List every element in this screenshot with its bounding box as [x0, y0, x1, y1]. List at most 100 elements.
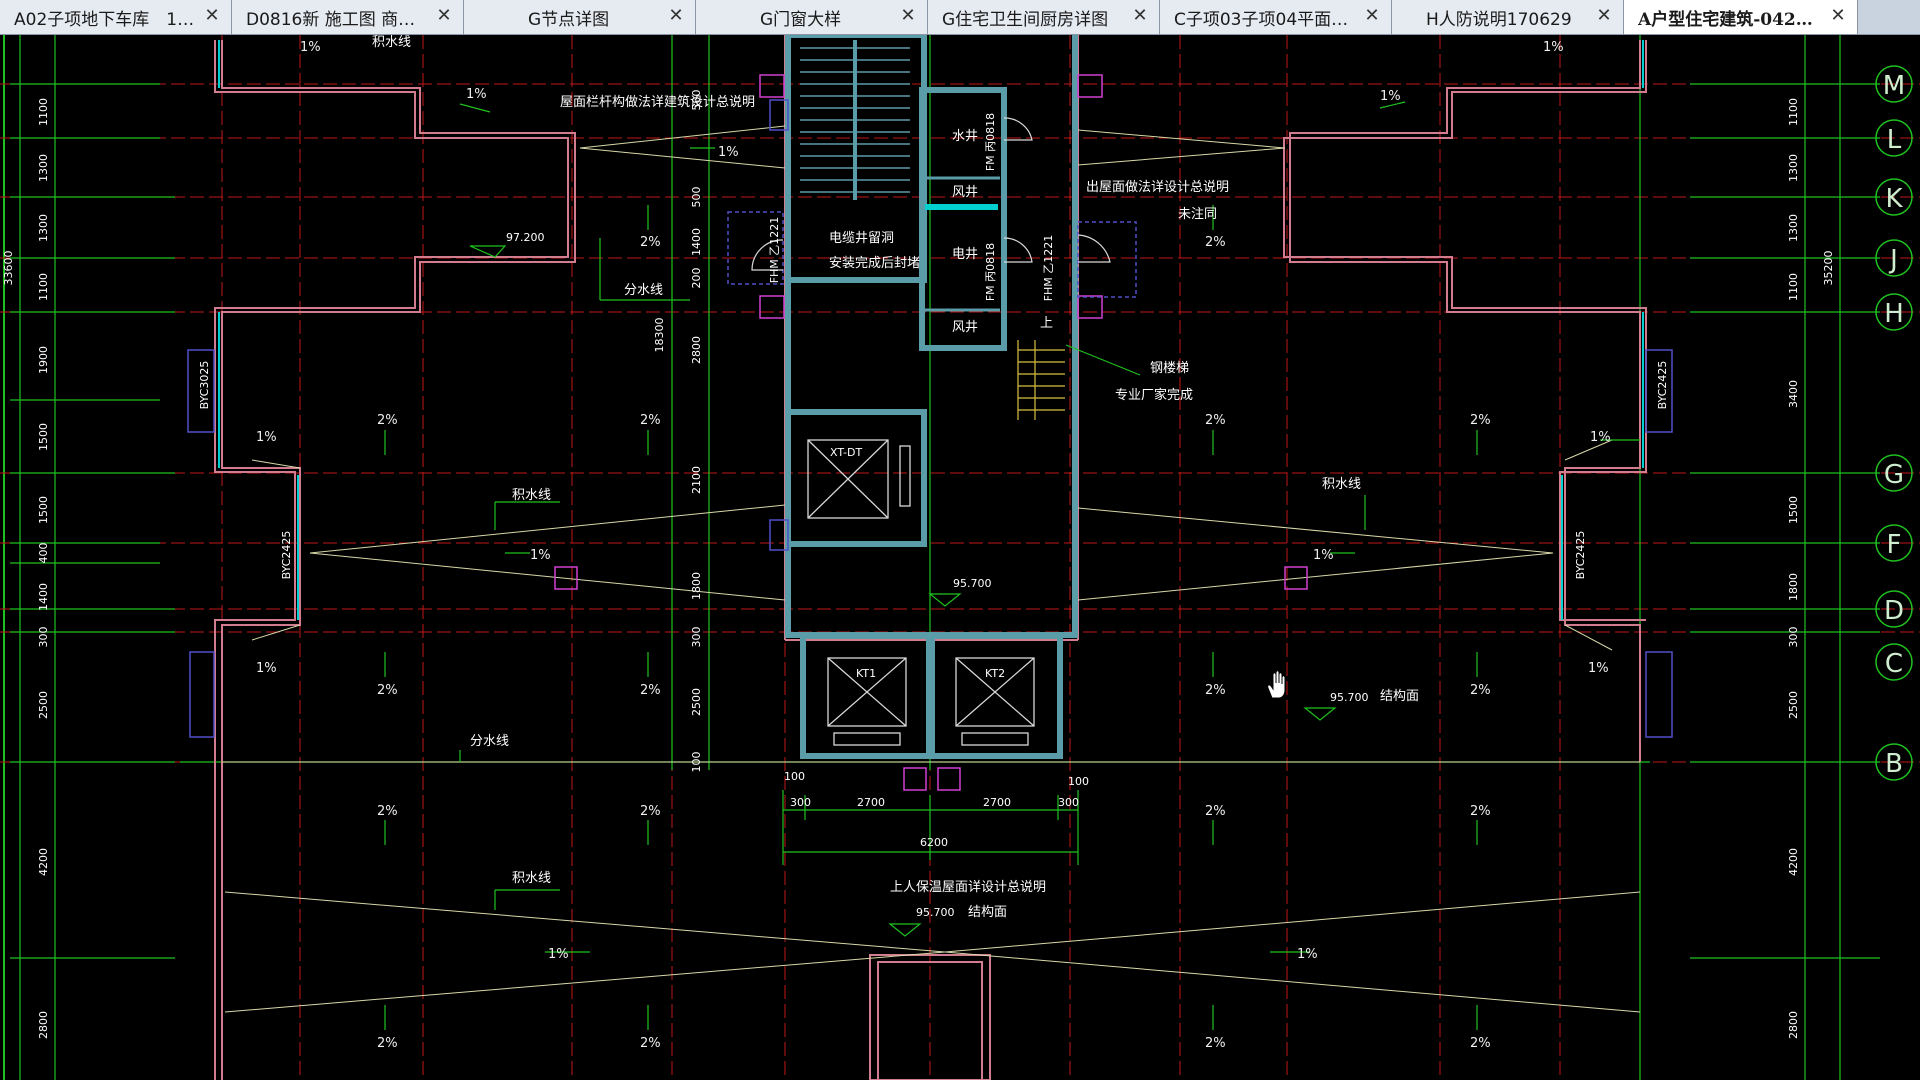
svg-text:分水线: 分水线	[624, 283, 663, 298]
svg-text:2%: 2%	[1470, 413, 1491, 428]
svg-text:95.700: 95.700	[953, 577, 992, 590]
svg-text:上: 上	[1040, 316, 1053, 331]
close-icon[interactable]: ✕	[1363, 7, 1381, 25]
svg-text:1500: 1500	[1787, 496, 1800, 524]
tab-label: A户型住宅建筑-0428_t	[1638, 9, 1821, 30]
svg-text:2%: 2%	[1470, 683, 1491, 698]
svg-text:1%: 1%	[718, 145, 739, 160]
svg-text:1100: 1100	[37, 273, 50, 301]
svg-text:上人保温屋面详设计总说明: 上人保温屋面详设计总说明	[890, 880, 1046, 895]
svg-text:FHM 乙1221: FHM 乙1221	[768, 217, 781, 284]
axis-grid-vertical	[221, 35, 1641, 1080]
svg-text:未注同: 未注同	[1178, 207, 1217, 222]
svg-text:专业厂家完成: 专业厂家完成	[1115, 387, 1193, 403]
svg-text:FM 丙0818: FM 丙0818	[984, 243, 997, 301]
svg-text:2%: 2%	[1205, 683, 1226, 698]
close-icon[interactable]: ✕	[203, 7, 221, 25]
svg-text:300: 300	[690, 627, 703, 648]
svg-text:1300: 1300	[1787, 154, 1800, 182]
close-icon[interactable]: ✕	[667, 7, 685, 25]
svg-text:结构面: 结构面	[968, 905, 1007, 920]
svg-text:1900: 1900	[37, 346, 50, 374]
svg-text:100: 100	[690, 752, 703, 773]
svg-text:95.700: 95.700	[916, 906, 955, 919]
close-icon[interactable]: ✕	[1595, 7, 1613, 25]
svg-text:300: 300	[37, 627, 50, 648]
close-icon[interactable]: ✕	[1131, 7, 1149, 25]
svg-text:KT1: KT1	[856, 667, 876, 680]
tab-plan[interactable]: C子项03子项04平面图… ✕	[1160, 0, 1392, 34]
slope-labels: 1% 1% 1% 1% 1% 1% 1% 1% 1% 1% 1% 1% 1% 2…	[256, 40, 1611, 1051]
svg-text:2%: 2%	[1205, 235, 1226, 250]
svg-text:2%: 2%	[640, 1036, 661, 1051]
steel-stair	[1017, 340, 1065, 420]
svg-text:J: J	[1888, 245, 1898, 275]
bottom-dimension-chain	[782, 790, 1079, 865]
svg-text:1800: 1800	[690, 572, 703, 600]
svg-text:K: K	[1885, 184, 1903, 214]
svg-text:2500: 2500	[37, 691, 50, 719]
elevation-marks	[469, 245, 1337, 937]
svg-text:4200: 4200	[37, 848, 50, 876]
svg-text:M: M	[1883, 71, 1905, 101]
svg-text:FM 丙0818: FM 丙0818	[984, 113, 997, 171]
svg-text:XT-DT: XT-DT	[830, 446, 862, 459]
tab-label: H人防说明170629	[1426, 9, 1572, 30]
svg-text:35200: 35200	[1822, 251, 1835, 286]
close-icon[interactable]: ✕	[899, 7, 917, 25]
svg-text:100: 100	[784, 770, 805, 783]
svg-text:2500: 2500	[1787, 691, 1800, 719]
svg-text:1400: 1400	[690, 228, 703, 256]
svg-text:1300: 1300	[1787, 214, 1800, 242]
tab-label: D0816新 施工图 商业…	[246, 9, 427, 30]
svg-text:1500: 1500	[37, 496, 50, 524]
tab-bath-kitchen[interactable]: G住宅卫生间厨房详图 ✕	[928, 0, 1160, 34]
left-dim-texts: 1100 1300 1300 1100 1900 1500 1500 400 1…	[2, 98, 50, 1039]
svg-text:B: B	[1885, 749, 1903, 779]
svg-text:BYC2425: BYC2425	[280, 531, 293, 580]
svg-text:1%: 1%	[1590, 430, 1611, 445]
svg-text:1100: 1100	[1787, 273, 1800, 301]
svg-text:2%: 2%	[377, 1036, 398, 1051]
svg-text:1%: 1%	[530, 548, 551, 563]
svg-text:积水线: 积水线	[512, 871, 551, 886]
tab-label: C子项03子项04平面图…	[1174, 9, 1355, 30]
svg-text:L: L	[1887, 125, 1902, 155]
svg-text:2%: 2%	[1205, 804, 1226, 819]
svg-text:200: 200	[690, 268, 703, 289]
svg-text:400: 400	[37, 543, 50, 564]
svg-text:33600: 33600	[2, 251, 15, 286]
hand-cursor-icon	[1264, 670, 1290, 704]
svg-text:水井: 水井	[952, 129, 978, 144]
svg-text:300: 300	[1058, 796, 1079, 809]
svg-text:2%: 2%	[640, 683, 661, 698]
axis-bubbles: M L K J H G F D C B	[1875, 65, 1913, 781]
left-dimension-lines	[10, 35, 175, 1080]
svg-text:积水线: 积水线	[1322, 477, 1361, 492]
svg-text:1%: 1%	[1543, 40, 1564, 55]
svg-text:KT2: KT2	[985, 667, 1005, 680]
tab-label: G门窗大样	[760, 9, 842, 30]
tab-garage[interactable]: A02子项地下车库 11… ✕	[0, 0, 232, 34]
svg-text:H: H	[1884, 299, 1904, 329]
svg-text:1100: 1100	[37, 98, 50, 126]
tab-residential-a[interactable]: A户型住宅建筑-0428_t ✕	[1624, 0, 1858, 34]
cad-drawing-canvas[interactable]: M L K J H G F D C B 1100 1300 1300 1100 …	[0, 35, 1920, 1080]
svg-text:100: 100	[1068, 775, 1089, 788]
tab-commercial[interactable]: D0816新 施工图 商业… ✕	[232, 0, 464, 34]
tab-label: A02子项地下车库 11…	[14, 9, 195, 30]
tab-door-window[interactable]: G门窗大样 ✕	[696, 0, 928, 34]
tab-node-detail[interactable]: G节点详图 ✕	[464, 0, 696, 34]
svg-text:500: 500	[690, 187, 703, 208]
svg-text:BYC2425: BYC2425	[1574, 531, 1587, 580]
svg-text:97.200: 97.200	[506, 231, 545, 244]
svg-text:BYC3025: BYC3025	[198, 361, 211, 410]
tab-civil-defense[interactable]: H人防说明170629 ✕	[1392, 0, 1624, 34]
tab-label: G节点详图	[528, 9, 610, 30]
close-icon[interactable]: ✕	[435, 7, 453, 25]
svg-text:2%: 2%	[640, 804, 661, 819]
svg-text:2%: 2%	[640, 413, 661, 428]
svg-text:2%: 2%	[640, 235, 661, 250]
svg-text:1%: 1%	[466, 87, 487, 102]
close-icon[interactable]: ✕	[1829, 7, 1847, 25]
